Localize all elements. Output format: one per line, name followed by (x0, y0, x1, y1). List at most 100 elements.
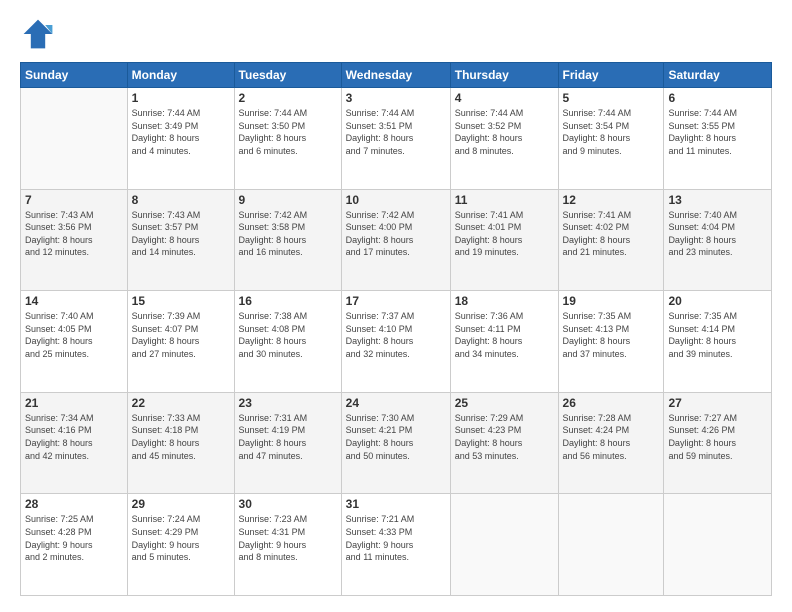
calendar-day-cell (21, 88, 128, 190)
day-info: Sunrise: 7:44 AM Sunset: 3:55 PM Dayligh… (668, 107, 767, 157)
day-info: Sunrise: 7:41 AM Sunset: 4:01 PM Dayligh… (455, 209, 554, 259)
calendar-day-cell: 6 Sunrise: 7:44 AM Sunset: 3:55 PM Daylig… (664, 88, 772, 190)
calendar-day-cell: 14 Sunrise: 7:40 AM Sunset: 4:05 PM Dayli… (21, 291, 128, 393)
day-info: Sunrise: 7:33 AM Sunset: 4:18 PM Dayligh… (132, 412, 230, 462)
calendar-day-cell: 2 Sunrise: 7:44 AM Sunset: 3:50 PM Daylig… (234, 88, 341, 190)
day-number: 28 (25, 497, 123, 511)
calendar-day-cell: 26Sunrise: 7:28 AM Sunset: 4:24 PM Dayli… (558, 392, 664, 494)
day-info: Sunrise: 7:38 AM Sunset: 4:08 PM Dayligh… (239, 310, 337, 360)
day-info: Sunrise: 7:34 AM Sunset: 4:16 PM Dayligh… (25, 412, 123, 462)
day-number: 10 (346, 193, 446, 207)
calendar-day-cell: 11 Sunrise: 7:41 AM Sunset: 4:01 PM Dayli… (450, 189, 558, 291)
day-number: 31 (346, 497, 446, 511)
logo (20, 16, 62, 52)
day-number: 9 (239, 193, 337, 207)
day-number: 14 (25, 294, 123, 308)
calendar-day-cell (558, 494, 664, 596)
day-info: Sunrise: 7:37 AM Sunset: 4:10 PM Dayligh… (346, 310, 446, 360)
day-number: 30 (239, 497, 337, 511)
day-number: 22 (132, 396, 230, 410)
day-info: Sunrise: 7:40 AM Sunset: 4:05 PM Dayligh… (25, 310, 123, 360)
day-number: 19 (563, 294, 660, 308)
calendar-day-cell: 1 Sunrise: 7:44 AM Sunset: 3:49 PM Daylig… (127, 88, 234, 190)
day-number: 29 (132, 497, 230, 511)
calendar-day-cell: 16 Sunrise: 7:38 AM Sunset: 4:08 PM Dayli… (234, 291, 341, 393)
calendar-day-cell: 10 Sunrise: 7:42 AM Sunset: 4:00 PM Dayli… (341, 189, 450, 291)
calendar-day-cell: 12Sunrise: 7:41 AM Sunset: 4:02 PM Dayli… (558, 189, 664, 291)
day-info: Sunrise: 7:27 AM Sunset: 4:26 PM Dayligh… (668, 412, 767, 462)
day-number: 1 (132, 91, 230, 105)
calendar-day-cell: 31 Sunrise: 7:21 AM Sunset: 4:33 PM Dayli… (341, 494, 450, 596)
calendar-day-cell (664, 494, 772, 596)
day-info: Sunrise: 7:43 AM Sunset: 3:56 PM Dayligh… (25, 209, 123, 259)
day-number: 16 (239, 294, 337, 308)
calendar-week-row: 28Sunrise: 7:25 AM Sunset: 4:28 PM Dayli… (21, 494, 772, 596)
day-number: 2 (239, 91, 337, 105)
day-info: Sunrise: 7:23 AM Sunset: 4:31 PM Dayligh… (239, 513, 337, 563)
day-info: Sunrise: 7:40 AM Sunset: 4:04 PM Dayligh… (668, 209, 767, 259)
calendar-day-cell: 19 Sunrise: 7:35 AM Sunset: 4:13 PM Dayli… (558, 291, 664, 393)
calendar-day-cell: 25Sunrise: 7:29 AM Sunset: 4:23 PM Dayli… (450, 392, 558, 494)
day-info: Sunrise: 7:44 AM Sunset: 3:49 PM Dayligh… (132, 107, 230, 157)
day-number: 5 (563, 91, 660, 105)
day-info: Sunrise: 7:44 AM Sunset: 3:52 PM Dayligh… (455, 107, 554, 157)
calendar-day-cell: 5Sunrise: 7:44 AM Sunset: 3:54 PM Daylig… (558, 88, 664, 190)
day-number: 12 (563, 193, 660, 207)
calendar-day-cell: 23Sunrise: 7:31 AM Sunset: 4:19 PM Dayli… (234, 392, 341, 494)
day-info: Sunrise: 7:42 AM Sunset: 3:58 PM Dayligh… (239, 209, 337, 259)
day-info: Sunrise: 7:44 AM Sunset: 3:51 PM Dayligh… (346, 107, 446, 157)
calendar-day-cell: 27Sunrise: 7:27 AM Sunset: 4:26 PM Dayli… (664, 392, 772, 494)
calendar-day-cell: 28Sunrise: 7:25 AM Sunset: 4:28 PM Dayli… (21, 494, 128, 596)
day-number: 15 (132, 294, 230, 308)
calendar-day-cell: 8 Sunrise: 7:43 AM Sunset: 3:57 PM Daylig… (127, 189, 234, 291)
day-info: Sunrise: 7:39 AM Sunset: 4:07 PM Dayligh… (132, 310, 230, 360)
calendar-day-cell: 30 Sunrise: 7:23 AM Sunset: 4:31 PM Dayli… (234, 494, 341, 596)
day-number: 3 (346, 91, 446, 105)
calendar-day-cell: 17 Sunrise: 7:37 AM Sunset: 4:10 PM Dayli… (341, 291, 450, 393)
calendar-day-cell: 13 Sunrise: 7:40 AM Sunset: 4:04 PM Dayli… (664, 189, 772, 291)
day-number: 18 (455, 294, 554, 308)
day-info: Sunrise: 7:44 AM Sunset: 3:50 PM Dayligh… (239, 107, 337, 157)
day-info: Sunrise: 7:28 AM Sunset: 4:24 PM Dayligh… (563, 412, 660, 462)
calendar-day-cell: 9 Sunrise: 7:42 AM Sunset: 3:58 PM Daylig… (234, 189, 341, 291)
day-info: Sunrise: 7:21 AM Sunset: 4:33 PM Dayligh… (346, 513, 446, 563)
day-number: 4 (455, 91, 554, 105)
calendar-day-cell: 24 Sunrise: 7:30 AM Sunset: 4:21 PM Dayli… (341, 392, 450, 494)
day-info: Sunrise: 7:35 AM Sunset: 4:13 PM Dayligh… (563, 310, 660, 360)
day-number: 6 (668, 91, 767, 105)
day-info: Sunrise: 7:43 AM Sunset: 3:57 PM Dayligh… (132, 209, 230, 259)
weekday-header-saturday: Saturday (664, 63, 772, 88)
page: SundayMondayTuesdayWednesdayThursdayFrid… (0, 0, 792, 612)
calendar-day-cell: 21 Sunrise: 7:34 AM Sunset: 4:16 PM Dayli… (21, 392, 128, 494)
calendar-week-row: 21 Sunrise: 7:34 AM Sunset: 4:16 PM Dayli… (21, 392, 772, 494)
calendar-header-row: SundayMondayTuesdayWednesdayThursdayFrid… (21, 63, 772, 88)
calendar-day-cell: 20 Sunrise: 7:35 AM Sunset: 4:14 PM Dayli… (664, 291, 772, 393)
day-info: Sunrise: 7:35 AM Sunset: 4:14 PM Dayligh… (668, 310, 767, 360)
day-number: 20 (668, 294, 767, 308)
day-number: 21 (25, 396, 123, 410)
weekday-header-sunday: Sunday (21, 63, 128, 88)
calendar-table: SundayMondayTuesdayWednesdayThursdayFrid… (20, 62, 772, 596)
calendar-day-cell: 18Sunrise: 7:36 AM Sunset: 4:11 PM Dayli… (450, 291, 558, 393)
calendar-week-row: 14 Sunrise: 7:40 AM Sunset: 4:05 PM Dayli… (21, 291, 772, 393)
day-number: 13 (668, 193, 767, 207)
calendar-week-row: 7Sunrise: 7:43 AM Sunset: 3:56 PM Daylig… (21, 189, 772, 291)
day-number: 11 (455, 193, 554, 207)
day-info: Sunrise: 7:24 AM Sunset: 4:29 PM Dayligh… (132, 513, 230, 563)
calendar-day-cell: 4 Sunrise: 7:44 AM Sunset: 3:52 PM Daylig… (450, 88, 558, 190)
day-info: Sunrise: 7:42 AM Sunset: 4:00 PM Dayligh… (346, 209, 446, 259)
day-number: 8 (132, 193, 230, 207)
calendar-day-cell (450, 494, 558, 596)
day-number: 24 (346, 396, 446, 410)
calendar-day-cell: 22 Sunrise: 7:33 AM Sunset: 4:18 PM Dayli… (127, 392, 234, 494)
header (20, 16, 772, 52)
weekday-header-tuesday: Tuesday (234, 63, 341, 88)
weekday-header-wednesday: Wednesday (341, 63, 450, 88)
calendar-day-cell: 7Sunrise: 7:43 AM Sunset: 3:56 PM Daylig… (21, 189, 128, 291)
day-number: 17 (346, 294, 446, 308)
weekday-header-friday: Friday (558, 63, 664, 88)
calendar-day-cell: 3 Sunrise: 7:44 AM Sunset: 3:51 PM Daylig… (341, 88, 450, 190)
day-info: Sunrise: 7:30 AM Sunset: 4:21 PM Dayligh… (346, 412, 446, 462)
day-info: Sunrise: 7:29 AM Sunset: 4:23 PM Dayligh… (455, 412, 554, 462)
day-info: Sunrise: 7:31 AM Sunset: 4:19 PM Dayligh… (239, 412, 337, 462)
